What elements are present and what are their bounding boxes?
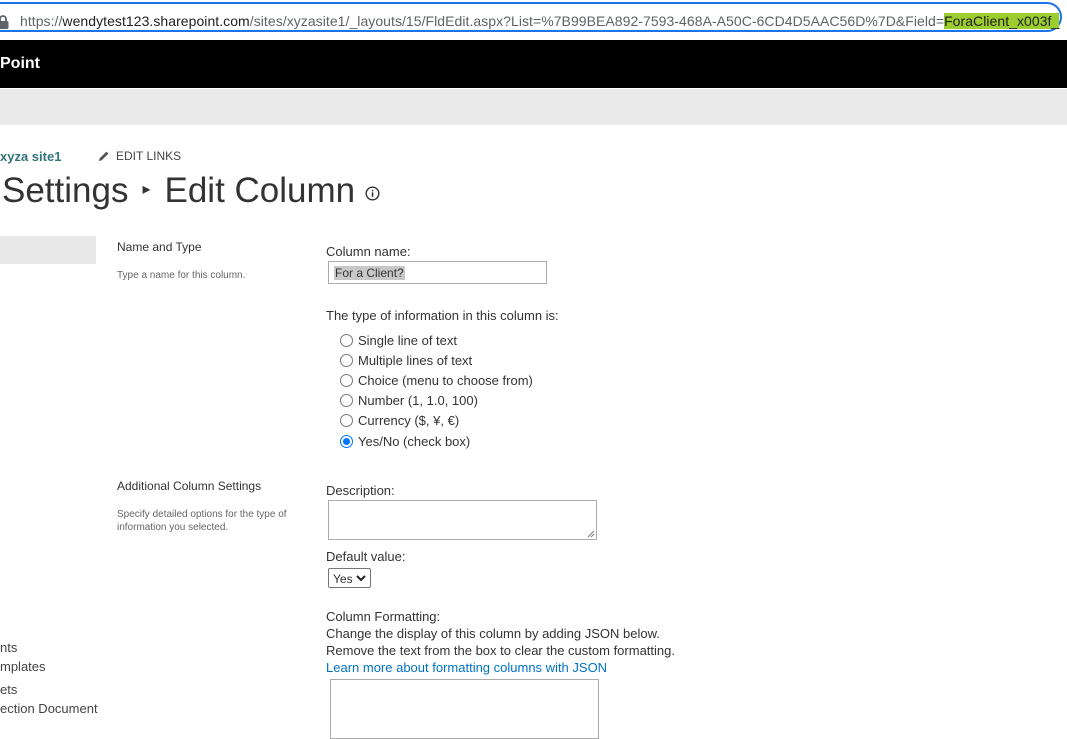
formatting-help-link[interactable]: Learn more about formatting columns with…	[326, 660, 607, 675]
url-selected-text: ForaClient_x003f_	[944, 13, 1060, 29]
type-option-label: Number (1, 1.0, 100)	[358, 392, 478, 408]
url-prefix: https://	[20, 13, 63, 29]
type-option-label: Yes/No (check box)	[358, 433, 471, 449]
nav-item[interactable]: mplates	[0, 659, 46, 674]
edit-links-label: EDIT LINKS	[116, 149, 182, 163]
type-option-label: Single line of text	[358, 332, 458, 348]
title-current: Edit Column	[164, 171, 356, 210]
default-value-select[interactable]: Yes	[328, 568, 371, 588]
default-value-label: Default value:	[326, 549, 406, 564]
type-option-single-line[interactable]: Single line of text	[340, 331, 457, 349]
radio-button[interactable]	[340, 353, 353, 367]
edit-links-button[interactable]: EDIT LINKS	[98, 149, 181, 163]
nav-selected-item[interactable]	[0, 236, 96, 264]
type-option-label: Multiple lines of text	[358, 352, 473, 368]
default-value-selected: Yes	[333, 572, 353, 586]
url-field[interactable]: https://wendytest123.sharepoint.com/site…	[0, 2, 1062, 32]
description-label: Description:	[326, 483, 395, 498]
suite-title[interactable]: Point	[0, 55, 40, 73]
page-title: Settings ▸ Edit Column	[2, 171, 380, 211]
nav-item[interactable]: nts	[0, 640, 17, 655]
formatting-json-textarea[interactable]	[330, 679, 599, 739]
title-parent[interactable]: Settings	[2, 171, 128, 210]
browser-address-bar: https://wendytest123.sharepoint.com/site…	[0, 0, 1067, 38]
type-option-choice[interactable]: Choice (menu to choose from)	[340, 371, 533, 389]
type-option-label: Choice (menu to choose from)	[358, 372, 533, 388]
nav-item[interactable]: ection Document	[0, 701, 98, 716]
column-name-value: For a Client?	[334, 266, 405, 280]
section-desc-name-type: Type a name for this column.	[117, 270, 246, 281]
type-option-label: Currency ($, ¥, €)	[358, 412, 460, 428]
type-option-number[interactable]: Number (1, 1.0, 100)	[340, 391, 478, 409]
url-path: /sites/xyzasite1/_layouts/15/FldEdit.asp…	[249, 13, 945, 29]
section-title-additional: Additional Column Settings	[117, 479, 262, 493]
radio-button-selected[interactable]	[340, 434, 353, 448]
column-name-label: Column name:	[326, 244, 411, 259]
formatting-help-line-1: Change the display of this column by add…	[326, 626, 660, 641]
formatting-label: Column Formatting:	[326, 609, 441, 624]
lock-icon[interactable]	[0, 14, 10, 30]
url-text[interactable]: https://wendytest123.sharepoint.com/site…	[20, 13, 1060, 29]
section-title-name-type: Name and Type	[117, 240, 202, 254]
suite-bar: Point	[0, 40, 1067, 88]
radio-button[interactable]	[340, 373, 353, 387]
url-host: wendytest123.sharepoint.com	[62, 13, 250, 29]
resize-grip-icon[interactable]	[587, 530, 595, 538]
command-bar	[0, 89, 1067, 125]
title-separator-icon: ▸	[142, 181, 151, 198]
info-icon[interactable]	[365, 186, 380, 201]
nav-item[interactable]: ets	[0, 682, 17, 697]
formatting-help-line-2: Remove the text from the box to clear th…	[326, 643, 675, 658]
section-desc-additional: Specify detailed options for the type of…	[117, 509, 287, 533]
column-name-input[interactable]: For a Client?	[328, 261, 547, 284]
type-option-yes-no[interactable]: Yes/No (check box)	[340, 432, 470, 450]
radio-button[interactable]	[340, 393, 353, 407]
description-textarea[interactable]	[328, 500, 597, 540]
radio-button[interactable]	[340, 413, 353, 427]
column-type-label: The type of information in this column i…	[326, 308, 559, 323]
type-option-currency[interactable]: Currency ($, ¥, €)	[340, 411, 459, 429]
pencil-icon	[99, 151, 109, 161]
radio-button[interactable]	[340, 333, 353, 347]
type-option-multi-line[interactable]: Multiple lines of text	[340, 351, 472, 369]
site-link[interactable]: xyza site1	[0, 149, 61, 164]
chevron-down-icon	[356, 575, 366, 582]
